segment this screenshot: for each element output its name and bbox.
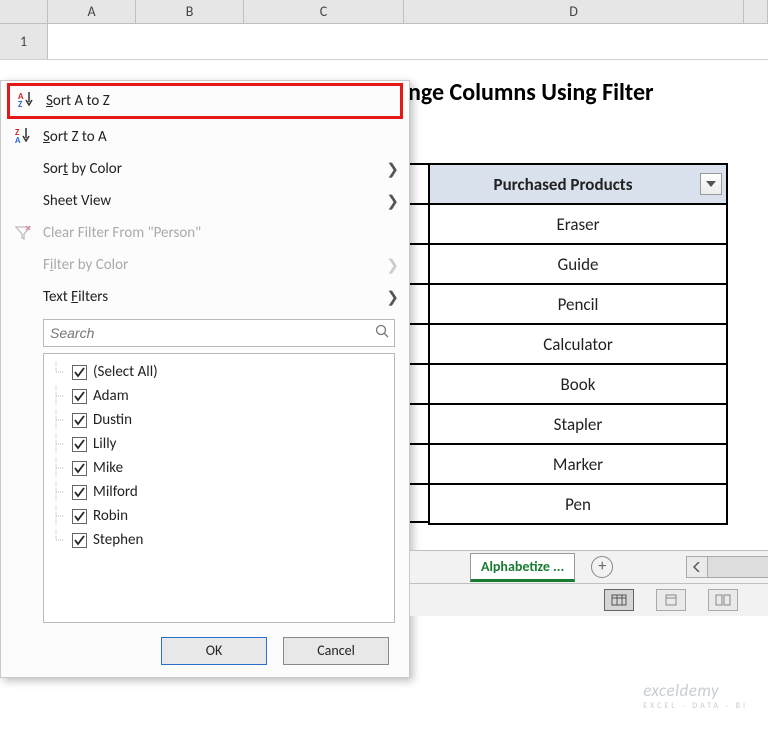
filter-item-label: Milford bbox=[93, 483, 138, 501]
filter-search-box[interactable] bbox=[43, 319, 395, 347]
chevron-right-icon: ❯ bbox=[386, 288, 399, 307]
status-bar bbox=[410, 584, 768, 616]
horizontal-scrollbar[interactable] bbox=[686, 554, 768, 580]
sheet-view-label: Sheet View bbox=[43, 192, 386, 210]
filter-item-label: Lilly bbox=[93, 435, 116, 453]
partial-left-column bbox=[408, 163, 428, 527]
table-row[interactable]: Guide bbox=[429, 244, 727, 284]
filter-by-color: Filter by Color ❯ bbox=[1, 249, 409, 281]
table-row[interactable]: Marker bbox=[429, 444, 727, 484]
chevron-down-icon bbox=[706, 181, 716, 187]
filter-item-label: Robin bbox=[93, 507, 128, 525]
table-row[interactable]: Eraser bbox=[429, 204, 727, 244]
watermark-name: exceldemy bbox=[643, 680, 719, 701]
sort-by-color-label: Sort by Color bbox=[43, 160, 386, 178]
sort-by-color[interactable]: Sort by Color ❯ bbox=[1, 153, 409, 185]
chevron-right-icon: ❯ bbox=[386, 192, 399, 211]
table-row[interactable]: Pen bbox=[429, 484, 727, 524]
tree-connector-icon bbox=[52, 482, 72, 502]
dialog-buttons: OK Cancel bbox=[1, 623, 409, 667]
col-header-e[interactable] bbox=[744, 0, 768, 23]
sheet-view[interactable]: Sheet View ❯ bbox=[1, 185, 409, 217]
sheet-tab-active[interactable]: Alphabetize ... bbox=[470, 553, 575, 582]
products-table: Purchased Products Eraser Guide Pencil C… bbox=[428, 163, 728, 525]
filter-item[interactable]: Milford bbox=[52, 480, 386, 504]
sort-az-label: Sort A to Z bbox=[46, 92, 390, 110]
tree-connector-icon bbox=[52, 458, 72, 478]
filter-item-label: Stephen bbox=[93, 531, 143, 549]
filter-by-color-label: Filter by Color bbox=[43, 256, 386, 274]
filter-item-select-all[interactable]: (Select All) bbox=[52, 360, 386, 384]
filter-item-label: Dustin bbox=[93, 411, 132, 429]
checkbox-icon[interactable] bbox=[72, 509, 87, 524]
bottom-bar: Alphabetize ... + bbox=[410, 550, 768, 620]
tree-connector-icon bbox=[52, 530, 72, 550]
row-1: 1 bbox=[0, 24, 768, 60]
table-row[interactable]: Stapler bbox=[429, 404, 727, 444]
search-icon bbox=[370, 324, 394, 342]
checkbox-icon[interactable] bbox=[72, 461, 87, 476]
checkbox-icon[interactable] bbox=[72, 485, 87, 500]
col-header-a[interactable]: A bbox=[48, 0, 136, 23]
products-header-label: Purchased Products bbox=[494, 174, 633, 195]
filter-values-list[interactable]: (Select All) Adam Dustin Lilly Mike Milf… bbox=[43, 353, 395, 623]
new-sheet-button[interactable]: + bbox=[591, 556, 613, 578]
table-row[interactable]: Pencil bbox=[429, 284, 727, 324]
filter-item[interactable]: Dustin bbox=[52, 408, 386, 432]
sort-za-label: Sort Z to A bbox=[43, 128, 399, 146]
ok-button[interactable]: OK bbox=[161, 637, 267, 665]
table-row[interactable]: Calculator bbox=[429, 324, 727, 364]
clear-filter: Clear Filter From "Person" bbox=[1, 217, 409, 249]
page-break-view-button[interactable] bbox=[708, 589, 738, 611]
filter-button-products[interactable] bbox=[700, 173, 722, 195]
sort-az-icon: AZ bbox=[18, 92, 46, 111]
col-header-d[interactable]: D bbox=[404, 0, 744, 23]
page-layout-view-button[interactable] bbox=[656, 589, 686, 611]
tree-connector-icon bbox=[52, 362, 72, 382]
tree-connector-icon bbox=[52, 506, 72, 526]
page-title: nge Columns Using Filter bbox=[408, 78, 654, 107]
sort-za-icon: ZA bbox=[15, 128, 43, 147]
filter-item-label: Mike bbox=[93, 459, 123, 477]
sort-z-to-a[interactable]: ZA Sort Z to A bbox=[1, 121, 409, 153]
filter-item[interactable]: Lilly bbox=[52, 432, 386, 456]
column-headers: A B C D bbox=[0, 0, 768, 24]
checkbox-icon[interactable] bbox=[72, 533, 87, 548]
chevron-right-icon: ❯ bbox=[386, 160, 399, 179]
text-filters-label: Text Filters bbox=[43, 288, 386, 306]
products-header: Purchased Products bbox=[429, 164, 727, 204]
chevron-right-icon: ❯ bbox=[386, 256, 399, 275]
filter-item-label: (Select All) bbox=[93, 363, 158, 381]
text-filters[interactable]: Text Filters ❯ bbox=[1, 281, 409, 313]
clear-filter-label: Clear Filter From "Person" bbox=[43, 224, 399, 242]
checkbox-icon[interactable] bbox=[72, 413, 87, 428]
scroll-left-button[interactable] bbox=[686, 556, 708, 578]
tree-connector-icon bbox=[52, 386, 72, 406]
clear-filter-icon bbox=[15, 225, 43, 241]
filter-item[interactable]: Stephen bbox=[52, 528, 386, 552]
checkbox-icon[interactable] bbox=[72, 389, 87, 404]
filter-item[interactable]: Robin bbox=[52, 504, 386, 528]
checkbox-icon[interactable] bbox=[72, 437, 87, 452]
col-header-c[interactable]: C bbox=[244, 0, 404, 23]
select-all-corner[interactable] bbox=[0, 0, 48, 23]
search-input[interactable] bbox=[44, 325, 370, 341]
checkbox-icon[interactable] bbox=[72, 365, 87, 380]
tree-connector-icon bbox=[52, 434, 72, 454]
tree-connector-icon bbox=[52, 410, 72, 430]
sort-a-to-z[interactable]: AZ Sort A to Z bbox=[7, 83, 403, 119]
filter-item-label: Adam bbox=[93, 387, 129, 405]
table-row[interactable]: Book bbox=[429, 364, 727, 404]
row-header-1[interactable]: 1 bbox=[0, 24, 48, 59]
watermark: exceldemy EXCEL · DATA · BI bbox=[643, 680, 748, 711]
normal-view-button[interactable] bbox=[604, 589, 634, 611]
autofilter-dropdown: AZ Sort A to Z ZA Sort Z to A Sort by Co… bbox=[0, 80, 410, 678]
sheet-tab-strip: Alphabetize ... + bbox=[410, 550, 768, 584]
cancel-button[interactable]: Cancel bbox=[283, 637, 389, 665]
col-header-b[interactable]: B bbox=[136, 0, 244, 23]
watermark-sub: EXCEL · DATA · BI bbox=[643, 701, 748, 711]
filter-item[interactable]: Mike bbox=[52, 456, 386, 480]
filter-item[interactable]: Adam bbox=[52, 384, 386, 408]
